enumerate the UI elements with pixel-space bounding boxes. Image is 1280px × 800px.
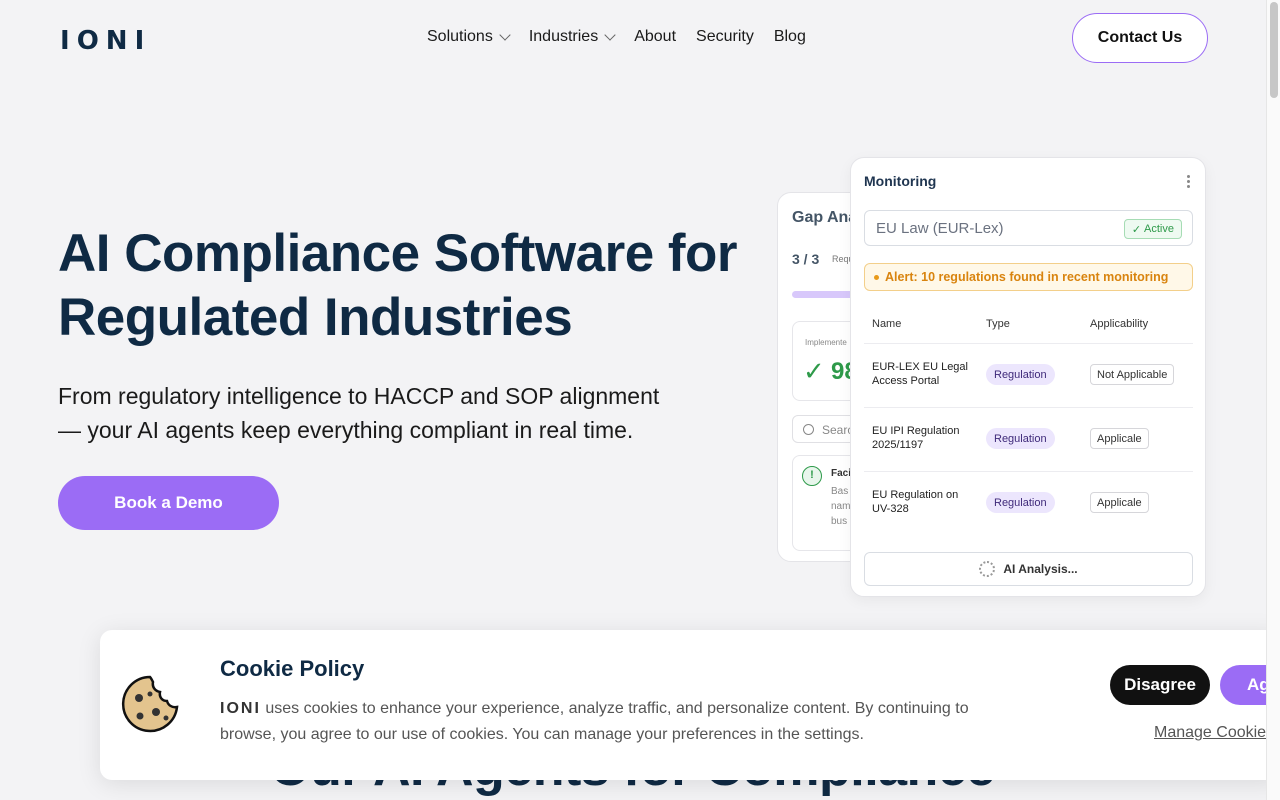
- table-row[interactable]: EUR-LEX EU Legal Access Portal Regulatio…: [864, 343, 1193, 407]
- logo-letter: N: [105, 26, 131, 56]
- logo-letter: O: [76, 26, 102, 56]
- cookie-body: uses cookies to enhance your experience,…: [220, 700, 969, 743]
- nav-label: Blog: [773, 28, 806, 45]
- table-row[interactable]: EU IPI Regulation 2025/1197 Regulation A…: [864, 407, 1193, 471]
- monitoring-card: Monitoring EU Law (EUR-Lex) ✓ Active Ale…: [850, 157, 1206, 597]
- check-icon: ✓: [803, 356, 825, 386]
- hero-subtitle-line: — your AI agents keep everything complia…: [58, 417, 634, 443]
- cookie-icon: [121, 675, 179, 733]
- cookie-brand: IONI: [220, 700, 261, 717]
- nav-label: Solutions: [427, 28, 493, 45]
- implemented-label: Implemente: [805, 338, 847, 347]
- chevron-down-icon: [604, 28, 616, 41]
- monitoring-title: Monitoring: [864, 173, 937, 189]
- hero-subtitle-line: From regulatory intelligence to HACCP an…: [58, 383, 660, 409]
- regulation-name: EU Regulation on UV-328: [872, 489, 959, 515]
- status-label: Active: [1144, 223, 1174, 235]
- applicability-badge: Not Applicable: [1090, 364, 1175, 385]
- contact-us-button[interactable]: Contact Us: [1072, 13, 1208, 63]
- ai-analysis-button[interactable]: AI Analysis...: [864, 552, 1193, 586]
- book-demo-button[interactable]: Book a Demo: [58, 476, 279, 530]
- regulation-name: EU IPI Regulation 2025/1197: [872, 425, 960, 451]
- nav-label: Industries: [528, 28, 599, 45]
- nav-label: About: [634, 28, 677, 45]
- spinner-icon: [979, 561, 996, 577]
- nav-about[interactable]: About: [634, 28, 676, 46]
- alert-text: Alert: 10 regulations found in recent mo…: [885, 270, 1169, 284]
- scrollbar[interactable]: [1266, 0, 1280, 800]
- nav-industries[interactable]: Industries: [528, 28, 616, 46]
- disagree-button[interactable]: Disagree: [1110, 665, 1210, 705]
- check-icon: ✓: [1131, 223, 1142, 236]
- column-header: Applicability: [1090, 318, 1149, 330]
- column-header: Type: [986, 318, 1010, 330]
- main-nav: Solutions Industries About Security Blog: [427, 28, 806, 46]
- facility-line: bus: [831, 516, 848, 527]
- scrollbar-thumb[interactable]: [1270, 2, 1278, 98]
- gap-count: 3 / 3: [792, 251, 820, 267]
- alert-banner: Alert: 10 regulations found in recent mo…: [864, 263, 1193, 291]
- ioni-logo[interactable]: I O N I: [60, 26, 147, 56]
- ai-analysis-label: AI Analysis...: [1003, 562, 1078, 576]
- source-select[interactable]: EU Law (EUR-Lex) ✓ Active: [864, 210, 1193, 246]
- type-badge: Regulation: [986, 492, 1055, 513]
- facility-line: nam: [831, 501, 851, 512]
- type-badge: Regulation: [986, 428, 1055, 449]
- cookie-title: Cookie Policy: [220, 656, 365, 681]
- nav-label: Security: [696, 28, 754, 45]
- hero-title: AI Compliance Software for Regulated Ind…: [58, 222, 758, 350]
- search-icon: [803, 424, 814, 435]
- table-row[interactable]: EU Regulation on UV-328 Regulation Appli…: [864, 471, 1193, 535]
- source-value: EU Law (EUR-Lex): [876, 220, 1004, 237]
- facility-line: Bas: [831, 486, 849, 497]
- search-placeholder: Searc: [822, 423, 854, 437]
- type-badge: Regulation: [986, 364, 1055, 385]
- cookie-banner: Cookie Policy IONI uses cookies to enhan…: [100, 630, 1280, 780]
- nav-security[interactable]: Security: [696, 28, 754, 46]
- applicability-badge: Applicale: [1090, 428, 1149, 449]
- facility-title: Faci: [831, 468, 852, 479]
- column-header: Name: [872, 318, 902, 330]
- more-options-icon[interactable]: [1187, 175, 1191, 188]
- cookie-text: IONI uses cookies to enhance your experi…: [220, 696, 1010, 748]
- gap-analysis-title: Gap Ana: [792, 209, 858, 226]
- alert-dot-icon: [874, 274, 879, 280]
- hero-title-line: Regulated Industries: [58, 288, 573, 347]
- nav-blog[interactable]: Blog: [774, 28, 806, 46]
- regulation-name: EUR-LEX EU Legal Access Portal: [872, 361, 968, 387]
- applicability-badge: Applicale: [1090, 492, 1149, 513]
- status-badge: ✓ Active: [1123, 219, 1182, 239]
- hero-subtitle: From regulatory intelligence to HACCP an…: [58, 379, 718, 447]
- logo-letter: I: [134, 26, 148, 56]
- hero-title-line: AI Compliance Software for: [58, 224, 738, 283]
- site-header: I O N I Solutions Industries About Secur…: [0, 0, 1266, 78]
- info-icon: !: [802, 466, 822, 486]
- logo-letter: I: [60, 26, 73, 56]
- nav-solutions[interactable]: Solutions: [427, 28, 511, 46]
- chevron-down-icon: [499, 28, 511, 41]
- manage-cookies-link[interactable]: Manage Cookies: [1154, 724, 1274, 742]
